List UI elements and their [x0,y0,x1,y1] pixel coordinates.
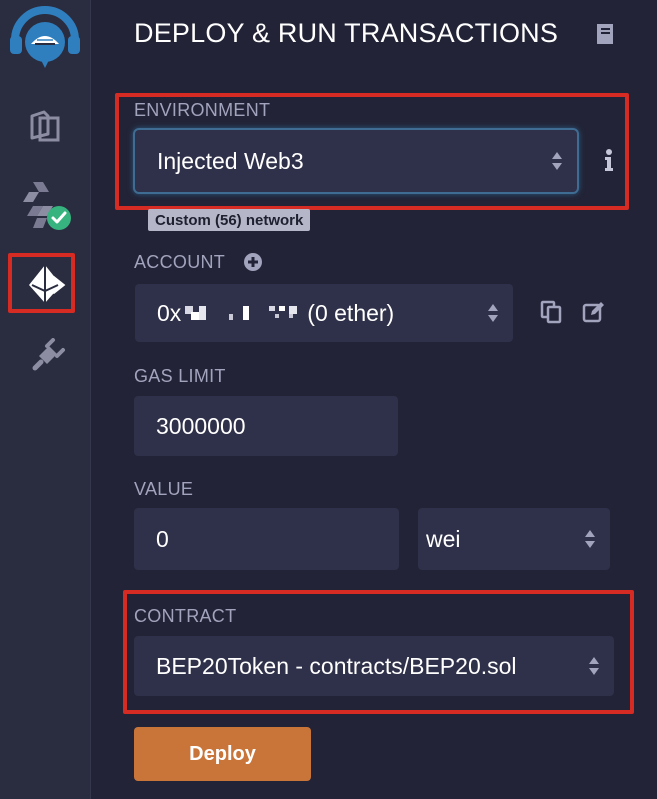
icon-sidebar [0,0,91,799]
documentation-icon[interactable] [594,22,616,46]
value-input[interactable]: 0 [134,508,399,570]
select-arrows-icon [585,530,595,548]
panel-title: DEPLOY & RUN TRANSACTIONS [134,18,559,48]
deploy-button[interactable]: Deploy [134,727,311,781]
gas-limit-input[interactable]: 3000000 [134,396,398,456]
network-badge: Custom (56) network [148,209,311,231]
plugin-manager-icon[interactable] [0,334,90,382]
redacted-address [185,306,298,320]
deploy-icon-highlight [8,253,75,313]
value-amount: 0 [156,525,169,552]
gas-limit-label: GAS LIMIT [134,366,226,386]
account-label: ACCOUNT [134,252,226,272]
remix-logo-icon[interactable] [0,6,90,74]
value-unit-select[interactable]: wei [418,508,610,570]
copy-icon[interactable] [540,300,562,324]
edit-icon[interactable] [582,300,606,324]
solidity-compiler-icon[interactable] [0,178,90,234]
account-select[interactable]: 0x (0 ether) [135,284,513,342]
file-explorer-icon[interactable] [0,102,90,148]
add-account-icon[interactable] [243,252,263,272]
account-prefix: 0x [157,299,182,326]
gas-limit-value: 3000000 [156,412,246,439]
select-arrows-icon [488,304,498,322]
value-unit: wei [426,525,461,552]
environment-highlight [115,93,629,210]
account-balance: (0 ether) [307,299,395,326]
deploy-run-panel: DEPLOY & RUN TRANSACTIONS ENVIRONMENT In… [91,0,657,799]
contract-highlight [123,590,634,714]
value-label: VALUE [134,479,194,499]
